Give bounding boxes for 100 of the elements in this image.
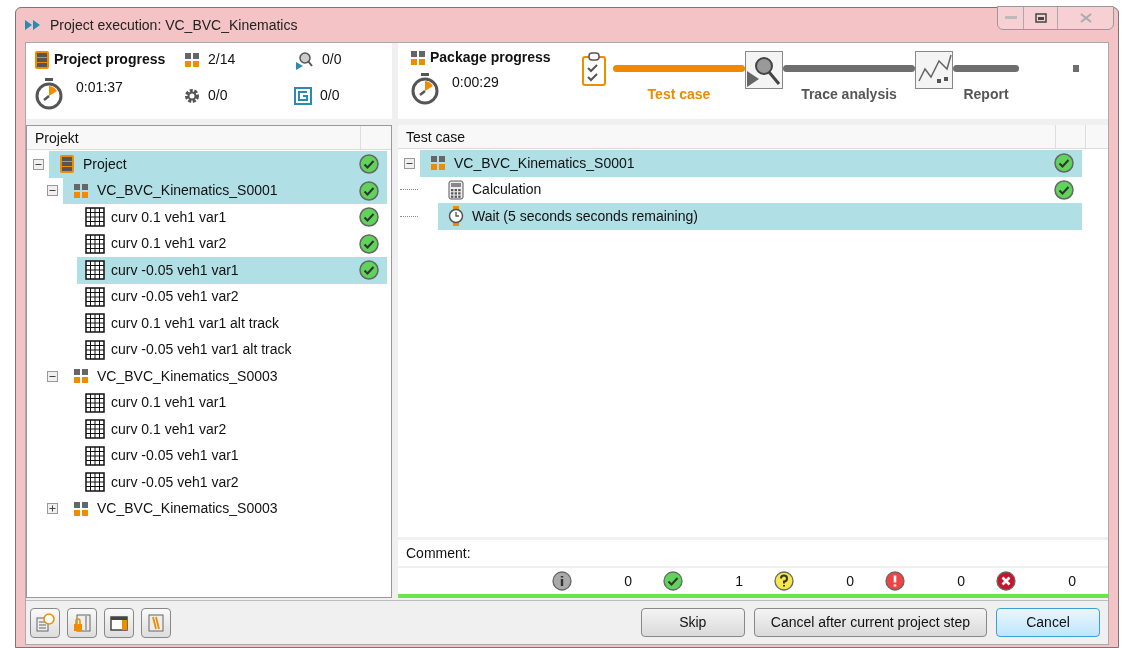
stage-label: Test case (647, 85, 711, 104)
tree-item[interactable]: VC_BVC_Kinematics_S0001 (420, 150, 1082, 177)
dialog-button[interactable]: Skip (640, 608, 745, 637)
table-icon (85, 445, 105, 466)
tree-item[interactable]: curv 0.1 veh1 var1 (77, 204, 387, 231)
tree-item-label: curv 0.1 veh1 var1 (111, 393, 228, 413)
tree-item-label: Calculation (472, 180, 543, 200)
expand-toggle[interactable] (47, 503, 58, 515)
package-icon (73, 182, 89, 199)
tree-item-label: curv -0.05 veh1 var1 (111, 446, 240, 466)
server-stack-icon (59, 154, 75, 175)
package-icon (430, 155, 446, 172)
package-icon (73, 500, 89, 517)
tree-item-label: Project (83, 154, 128, 174)
tree-item-label: curv -0.05 veh1 var2 (111, 472, 240, 492)
tree-item[interactable]: curv 0.1 veh1 var2 (77, 230, 387, 257)
maximize-icon (1034, 13, 1047, 23)
collapse-toggle[interactable] (47, 370, 58, 382)
tree-item-label: curv 0.1 veh1 var1 (111, 207, 228, 227)
report-icon (294, 86, 312, 105)
panel-title: Project progress (54, 50, 166, 70)
minimize-icon (1004, 16, 1017, 20)
tree-item-label: Wait (5 seconds seconds remaining) (472, 206, 699, 226)
collapse-toggle[interactable] (33, 158, 44, 170)
passed-icon (359, 154, 379, 175)
tree-item[interactable]: curv 0.1 veh1 var1 (77, 389, 387, 416)
tree-item[interactable]: curv -0.05 veh1 var2 (77, 283, 387, 310)
tree-item[interactable]: curv -0.05 veh1 var1 alt track (77, 336, 387, 363)
tree-item-label: VC_BVC_Kinematics_S0001 (97, 181, 279, 201)
count-value: 0 (1067, 571, 1076, 591)
tree-item[interactable]: curv -0.05 veh1 var1 (77, 257, 387, 284)
info-icon (552, 571, 572, 591)
warning-icon (885, 571, 905, 591)
elapsed-time: 0:00:29 (452, 73, 499, 92)
passed-icon (663, 571, 683, 591)
toolbar-button[interactable] (104, 607, 134, 638)
dialog-button[interactable]: Cancel after current project step (753, 608, 987, 637)
calculator-icon (448, 179, 464, 200)
book-icon (146, 612, 166, 633)
table-icon (85, 339, 105, 360)
count-value: 0 (845, 571, 854, 591)
count-value: 0 (956, 571, 965, 591)
comment-label: Comment: (406, 543, 471, 563)
collapse-toggle[interactable] (404, 157, 415, 169)
tree-item-label: curv -0.05 veh1 var1 alt track (111, 340, 293, 360)
tree-item[interactable]: curv 0.1 veh1 var1 alt track (77, 310, 387, 337)
passed-icon (359, 260, 379, 281)
tree-item[interactable]: VC_BVC_Kinematics_S0001 (63, 177, 387, 204)
stat-value: 0/0 (322, 50, 342, 70)
tree-item[interactable]: Project (49, 151, 387, 178)
magnifier-icon (745, 51, 783, 89)
tree-item-label: VC_BVC_Kinematics_S0003 (97, 499, 279, 519)
clipboard-checklist-icon (581, 51, 607, 87)
table-icon (85, 233, 105, 254)
table-icon (85, 419, 105, 440)
panel-title: Package progress (430, 48, 551, 67)
question-icon (774, 571, 794, 591)
close-icon (1079, 13, 1092, 23)
passed-icon (1054, 153, 1074, 174)
stage-label: Report (963, 85, 1009, 104)
package-icon (184, 51, 200, 68)
tree-item[interactable]: Wait (5 seconds seconds remaining) (438, 203, 1082, 230)
passed-icon (359, 207, 379, 228)
table-icon (85, 472, 105, 493)
log-clock-icon (35, 612, 55, 633)
count-value: 1 (734, 571, 743, 591)
magnifier-icon (294, 49, 314, 70)
passed-icon (1054, 179, 1074, 200)
stopwatch-icon (34, 76, 64, 111)
passed-icon (359, 233, 379, 254)
lock-panel-icon (72, 612, 92, 633)
tree-item-label: VC_BVC_Kinematics_S0003 (97, 366, 279, 386)
package-icon (410, 49, 426, 66)
tree-item[interactable]: Calculation (438, 176, 1082, 203)
gear-icon (184, 87, 200, 104)
tree-item[interactable]: VC_BVC_Kinematics_S0003 (63, 495, 387, 522)
collapse-toggle[interactable] (47, 185, 58, 197)
dialog-button[interactable]: Cancel (996, 608, 1100, 637)
tree-item-label: curv 0.1 veh1 var2 (111, 419, 228, 439)
tree-item-label: curv 0.1 veh1 var2 (111, 234, 228, 254)
tree-item[interactable]: VC_BVC_Kinematics_S0003 (63, 363, 387, 390)
elapsed-time: 0:01:37 (76, 77, 123, 97)
window-title: Project execution: VC_BVC_Kinematics (50, 15, 298, 35)
fast-forward-icon (24, 19, 42, 31)
tree-item[interactable]: curv -0.05 veh1 var1 (77, 442, 387, 469)
table-icon (85, 313, 105, 334)
stat-value: 0/0 (320, 86, 340, 106)
stat-value: 0/0 (208, 86, 228, 106)
passed-icon (359, 180, 379, 201)
package-icon (73, 368, 89, 385)
table-icon (85, 207, 105, 228)
error-icon (996, 571, 1016, 591)
tree-item[interactable]: curv -0.05 veh1 var2 (77, 469, 387, 496)
count-value: 0 (623, 571, 632, 591)
table-icon (85, 392, 105, 413)
tree-item-label: curv 0.1 veh1 var1 alt track (111, 313, 281, 333)
server-stack-icon (34, 49, 50, 70)
tree-item[interactable]: curv 0.1 veh1 var2 (77, 416, 387, 443)
tree-item-label: VC_BVC_Kinematics_S0001 (454, 153, 636, 173)
tree-item-label: curv -0.05 veh1 var1 (111, 260, 240, 280)
